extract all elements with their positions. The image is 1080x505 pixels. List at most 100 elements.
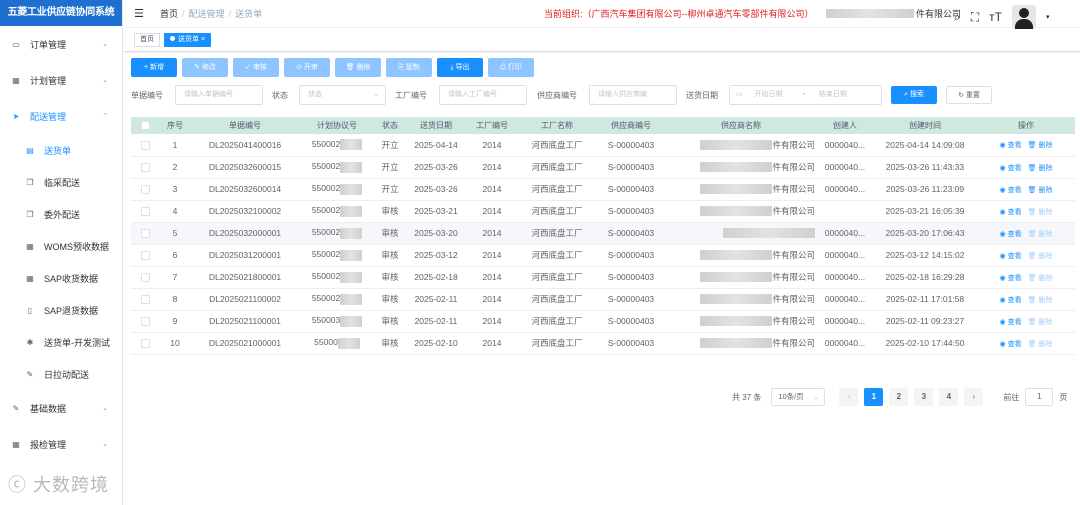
audit-button[interactable]: ✓ 审核 (233, 58, 279, 77)
table-row[interactable]: 7 DL2025021800001 550002 审核 2025-02-18 2014 河西… (131, 266, 1075, 289)
view-link[interactable]: ◉ 查看 (1000, 187, 1022, 194)
table-row[interactable]: 6 DL2025031200001 550002 审核 2025-03-12 2014 河西… (131, 244, 1075, 267)
tag-current[interactable]: 送货单 × (164, 33, 212, 47)
page-1[interactable]: 1 (864, 388, 884, 406)
page-4[interactable]: 4 (939, 388, 959, 406)
cell-plant: 2014 (467, 310, 517, 333)
view-link[interactable]: ◉ 查看 (1000, 142, 1022, 149)
trash-icon: 🗑 (1027, 186, 1037, 194)
sidebar-item-0[interactable]: ▭ 订单管理 ⌄ (0, 26, 122, 62)
view-link[interactable]: ◉ 查看 (1000, 209, 1022, 216)
fullscreen-icon[interactable]: ⛶ (971, 10, 979, 25)
page-size-select[interactable]: 10条/页 ⌄ (771, 388, 826, 406)
print-button[interactable]: ⎙ 打印 (488, 58, 534, 77)
sidebar-subitem-label: 委外配送 (44, 209, 81, 220)
row-checkbox[interactable] (131, 222, 159, 245)
table-row[interactable]: 10 DL2025021000001 55000 审核 2025-02-10 2014 河西… (131, 332, 1075, 355)
row-checkbox[interactable] (131, 156, 159, 179)
view-link[interactable]: ◉ 查看 (1000, 165, 1022, 172)
date-range-picker[interactable]: ▭ 开始日期 - 结束日期 (729, 85, 882, 105)
hamburger-icon[interactable]: ☰ (134, 7, 148, 20)
table-row[interactable]: 1 DL2025041400016 550002 开立 2025-04-14 2014 河西… (131, 134, 1075, 157)
sidebar-subitem-7[interactable]: ✎ 日拉动配送 (0, 358, 122, 390)
view-link[interactable]: ◉ 查看 (1000, 297, 1022, 304)
view-link[interactable]: ◉ 查看 (1000, 275, 1022, 282)
delete-link[interactable]: 🗑 删除 (1028, 209, 1053, 216)
view-link[interactable]: ◉ 查看 (1000, 319, 1022, 326)
chevron-down-icon: ⌄ (102, 77, 108, 84)
doc-no-input[interactable]: 请输入单据编号 (175, 85, 263, 105)
chevron-down-icon[interactable]: ▾ (1046, 13, 1050, 21)
prev-page-button[interactable]: ‹ (839, 388, 859, 406)
avatar[interactable] (1011, 5, 1036, 29)
delete-link[interactable]: 🗑 删除 (1028, 165, 1053, 172)
export-button[interactable]: ⤓ 导出 (437, 58, 483, 77)
table-row[interactable]: 2 DL2025032600015 550002 开立 2025-03-26 2014 河西… (131, 156, 1075, 179)
sidebar-subitem-6[interactable]: ✱ 送货单-开发测试 (0, 326, 122, 358)
close-icon[interactable]: × (201, 36, 205, 43)
reset-button[interactable]: ↻ 重置 (946, 86, 992, 104)
search-button[interactable]: ⌕ 搜索 (891, 86, 937, 104)
row-checkbox[interactable] (131, 310, 159, 333)
table-row[interactable]: 5 DL2025032000001 550002 审核 2025-03-20 2014 河西… (131, 222, 1075, 245)
row-checkbox[interactable] (131, 332, 159, 355)
book-icon: ▯ (27, 305, 33, 315)
view-link[interactable]: ◉ 查看 (1000, 253, 1022, 260)
sidebar-subitem-4[interactable]: ▦ SAP收货数据 (0, 262, 122, 294)
row-checkbox[interactable] (131, 244, 159, 267)
sidebar-subitem-0[interactable]: ▤ 送货单 (0, 134, 122, 166)
sidebar-subitem-label: SAP收货数据 (44, 273, 99, 284)
open-button[interactable]: ⊙ 开审 (284, 58, 330, 77)
delete-link[interactable]: 🗑 删除 (1028, 275, 1053, 282)
view-link[interactable]: ◉ 查看 (1000, 231, 1022, 238)
row-checkbox[interactable] (131, 178, 159, 201)
breadcrumb-home[interactable]: 首页 (160, 9, 178, 19)
delete-link[interactable]: 🗑 删除 (1028, 231, 1053, 238)
sidebar-subitem-3[interactable]: ▦ WOMS预收数据 (0, 230, 122, 262)
row-checkbox[interactable] (131, 134, 159, 157)
row-checkbox[interactable] (131, 288, 159, 311)
delete-link[interactable]: 🗑 删除 (1028, 319, 1053, 326)
sidebar-item-3[interactable]: ✎ 基础数据 ⌄ (0, 390, 122, 426)
delete-link[interactable]: 🗑 删除 (1028, 297, 1053, 304)
copy-button[interactable]: ⎘ 复制 (386, 58, 432, 77)
redacted-block (700, 294, 773, 304)
table-row[interactable]: 8 DL2025021100002 550002 审核 2025-02-11 2014 河西… (131, 288, 1075, 311)
status-select[interactable]: 状态 ⌄ (299, 85, 386, 105)
view-link[interactable]: ◉ 查看 (1000, 341, 1022, 348)
search-icon[interactable]: ⌕ (954, 10, 961, 25)
watermark: ⓒ 大数跨境 (8, 475, 110, 495)
add-button[interactable]: + 新增 (131, 58, 177, 77)
sidebar-subitem-5[interactable]: ▯ SAP退货数据 (0, 294, 122, 326)
sidebar-item-4[interactable]: ▦ 报检管理 ⌄ (0, 426, 122, 462)
row-checkbox[interactable] (131, 200, 159, 223)
delete-link[interactable]: 🗑 删除 (1028, 187, 1053, 194)
table-row[interactable]: 9 DL2025021100001 550003 审核 2025-02-11 2014 河西… (131, 310, 1075, 333)
tag-home[interactable]: 首页 (134, 33, 160, 47)
font-size-icon[interactable]: ᴛT (989, 10, 1002, 24)
redacted-block (337, 337, 360, 349)
doc-no-label: 单据编号 (131, 91, 163, 100)
plant-input[interactable]: 请输入工厂编号 (439, 85, 527, 105)
select-all-checkbox[interactable] (131, 117, 159, 134)
sidebar-item-2[interactable]: ➤ 配送管理 ⌃ (0, 98, 122, 134)
page-3[interactable]: 3 (914, 388, 934, 406)
goto-input[interactable]: 1 (1025, 388, 1054, 406)
row-checkbox[interactable] (131, 266, 159, 289)
sidebar-subitem-2[interactable]: ❐ 委外配送 (0, 198, 122, 230)
edit-button[interactable]: ✎ 修改 (182, 58, 228, 77)
cell-sup_name: 件有限公司 (665, 288, 817, 311)
delete-link[interactable]: 🗑 删除 (1028, 341, 1053, 348)
table-row[interactable]: 3 DL2025032600014 550002 开立 2025-03-26 2014 河西… (131, 178, 1075, 201)
supplier-input[interactable]: 请输入供应商编 (589, 85, 677, 105)
next-page-button[interactable]: › (964, 388, 984, 406)
delete-button[interactable]: 🗑 删除 (335, 58, 381, 77)
sidebar-item-1[interactable]: ▦ 计划管理 ⌄ (0, 62, 122, 98)
delete-link[interactable]: 🗑 删除 (1028, 142, 1053, 149)
table-header-row: 序号 单据编号 计划协议号 状态 送货日期 工厂编号 工厂名称 供应商编号 供应… (131, 117, 1075, 134)
delete-link[interactable]: 🗑 删除 (1028, 253, 1053, 260)
page-2[interactable]: 2 (889, 388, 909, 406)
table-row[interactable]: 4 DL2025032100002 550002 审核 2025-03-21 2014 河西… (131, 200, 1075, 223)
cell-no: 9 (159, 310, 191, 333)
sidebar-subitem-1[interactable]: ❐ 临采配送 (0, 166, 122, 198)
